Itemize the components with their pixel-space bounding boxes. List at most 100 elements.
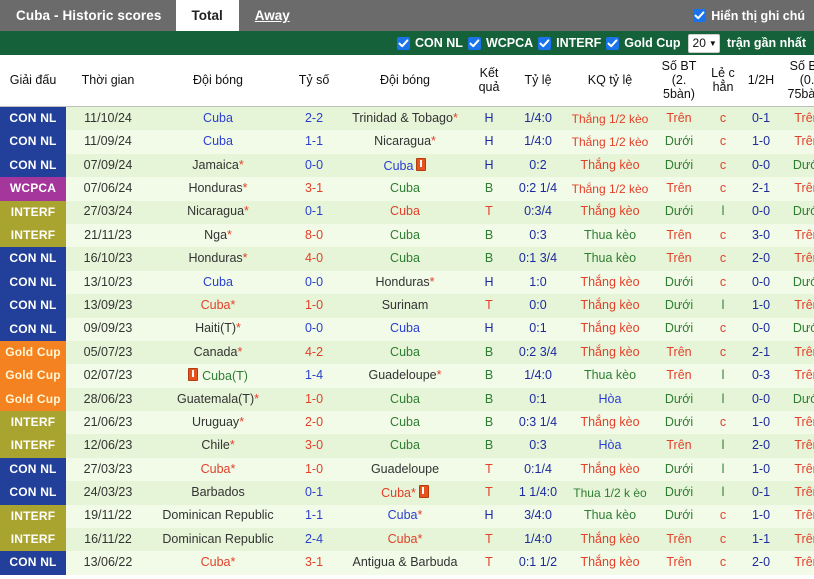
col-odds[interactable]: Tỷ lệ [510,55,566,107]
league-badge[interactable]: INTERF [0,223,66,248]
league-badge[interactable]: CON NL [0,153,66,178]
col-ou-075-line1: Số BT (0. [789,59,814,87]
match-count-select[interactable]: 20 ▼ [687,33,720,53]
match-date: 13/06/22 [66,551,150,575]
table-row[interactable]: CON NL 09/09/23 Haiti(T)* 0-0 Cuba H 0:1 Thắng … [0,317,814,341]
table-row[interactable]: INTERF 12/06/23 Chile* 3-0 Cuba B 0:3 Hòa Trên l 2… [0,434,814,458]
score-cell: 0-1 [286,481,342,505]
league-badge[interactable]: WCPCA [0,177,66,201]
odds-result-cell: Thắng kèo [566,528,654,552]
result-cell: T [468,528,510,552]
col-time[interactable]: Thời gian [66,55,150,107]
league-badge[interactable]: Gold Cup [0,387,66,412]
league-badge[interactable]: CON NL [0,247,66,271]
table-row[interactable]: CON NL 16/10/23 Honduras* 4-0 Cuba B 0:1 3/4 Th… [0,247,814,271]
table-row[interactable]: WCPCA 07/06/24 Honduras* 3-1 Cuba B 0:2 1/4 Thắ… [0,177,814,201]
team-name: Cuba [203,274,233,289]
league-badge[interactable]: CON NL [0,270,66,295]
away-team-cell: Cuba* [342,504,468,529]
col-half-time[interactable]: 1/2H [742,55,780,107]
odd-even-cell: l [704,200,742,224]
table-row[interactable]: CON NL 07/09/24 Jamaica* 0-0 Cuba H 0:2 Thắng k… [0,153,814,178]
table-row[interactable]: INTERF 21/06/23 Uruguay* 2-0 Cuba B 0:3 1/4 Thắ… [0,411,814,435]
table-row[interactable]: CON NL 24/03/23 Barbados 0-1 Cuba* T 1 1/4:0 Th… [0,481,814,505]
table-row[interactable]: CON NL 13/06/22 Cuba* 3-1 Antigua & Barbuda T… [0,551,814,575]
league-badge[interactable]: Gold Cup [0,340,66,365]
odds-result-cell: Thắng kèo [566,340,654,365]
col-away-team[interactable]: Đội bóng [342,55,468,107]
filter-checkbox-wcpca-icon[interactable] [467,36,481,50]
league-badge[interactable]: CON NL [0,317,66,341]
col-odds-result[interactable]: KQ tỷ lệ [566,55,654,107]
col-ou-25[interactable]: Số BT (2. 5bàn) [654,55,704,107]
show-notes-checkbox-icon[interactable] [693,9,707,22]
table-row[interactable]: CON NL 11/09/24 Cuba 1-1 Nicaragua* H 1/4:0 Thắ… [0,130,814,154]
league-badge[interactable]: CON NL [0,457,66,482]
league-badge[interactable]: CON NL [0,130,66,154]
table-row[interactable]: CON NL 13/09/23 Cuba* 1-0 Surinam T 0:0 Thắng k… [0,294,814,318]
team-name: Cuba [390,251,420,266]
league-badge[interactable]: CON NL [0,107,66,131]
table-row[interactable]: INTERF 21/11/23 Nga* 8-0 Cuba B 0:3 Thua kèo Trê… [0,223,814,248]
team-name: Cuba [390,391,420,406]
tab-away[interactable]: Away [239,0,306,31]
table-row[interactable]: Gold Cup 02/07/23 Cuba(T) 1-4 Guadeloupe* B 1/… [0,364,814,388]
filter-checkbox-interf-icon[interactable] [538,36,552,50]
odd-even-cell: l [704,434,742,458]
table-row[interactable]: INTERF 27/03/24 Nicaragua* 0-1 Cuba T 0:3/4 Thắ… [0,200,814,224]
col-odd-even[interactable]: Lẻ c hẳn [704,55,742,107]
half-time-cell: 0-0 [742,387,780,412]
away-team-cell: Cuba [342,200,468,224]
match-date: 11/09/24 [66,130,150,154]
filter-checkbox-gold-cup-icon[interactable] [606,36,620,50]
league-badge[interactable]: CON NL [0,551,66,575]
filter-label-wcpca[interactable]: WCPCA [486,36,533,50]
league-badge-cell: CON NL [0,106,66,131]
home-team-cell: Chile* [150,434,286,458]
filter-checkbox-con-nl-icon[interactable] [397,36,411,50]
table-row[interactable]: CON NL 11/10/24 Cuba 2-2 Trinidad & Tobago* H… [0,106,814,131]
ou-075-cell: Trên [780,364,814,388]
match-date: 16/11/22 [66,528,150,552]
table-row[interactable]: CON NL 27/03/23 Cuba* 1-0 Guadeloupe T 0:1/4 Th… [0,457,814,482]
table-row[interactable]: INTERF 16/11/22 Dominican Republic 2-4 Cuba*… [0,528,814,552]
team-name: Chile [201,438,230,453]
league-badge[interactable]: CON NL [0,481,66,505]
odds-cell: 3/4:0 [510,504,566,529]
odd-even-cell: c [704,551,742,575]
show-notes-control[interactable]: Hiển thị ghi chú [693,0,814,31]
filter-bar: CON NL WCPCA INTERF Gold Cup 20 ▼ trận g… [0,31,814,55]
filter-label-con-nl[interactable]: CON NL [415,36,463,50]
team-name: Honduras [188,251,243,266]
col-score[interactable]: Tỷ số [286,55,342,107]
col-home-team[interactable]: Đội bóng [150,55,286,107]
table-row[interactable]: Gold Cup 05/07/23 Canada* 4-2 Cuba B 0:2 3/4 Th… [0,340,814,365]
ou-25-cell: Dưới [654,294,704,318]
table-row[interactable]: CON NL 13/10/23 Cuba 0-0 Honduras* H 1:0 Thắng … [0,270,814,295]
ou-25-cell: Trên [654,223,704,248]
score-cell: 1-0 [286,294,342,318]
league-badge[interactable]: Gold Cup [0,364,66,388]
asterisk-marker: * [230,461,236,476]
league-badge[interactable]: INTERF [0,200,66,224]
league-badge[interactable]: INTERF [0,528,66,552]
filter-label-interf[interactable]: INTERF [556,36,601,50]
table-row[interactable]: Gold Cup 28/06/23 Guatemala(T)* 1-0 Cuba B 0:1… [0,387,814,412]
col-league[interactable]: Giải đấu [0,55,66,107]
half-time-cell: 3-0 [742,223,780,248]
table-row[interactable]: INTERF 19/11/22 Dominican Republic 1-1 Cuba*… [0,504,814,529]
asterisk-marker: * [411,486,416,501]
league-badge[interactable]: CON NL [0,294,66,318]
tab-total[interactable]: Total [175,0,239,31]
odd-even-cell: c [704,528,742,552]
col-ou-075[interactable]: Số BT (0. 75bàn) [780,55,814,107]
filter-label-gold-cup[interactable]: Gold Cup [624,36,680,50]
league-badge[interactable]: INTERF [0,504,66,529]
team-name: Canada [193,344,238,359]
col-result[interactable]: Kết quả [468,55,510,107]
league-badge[interactable]: INTERF [0,411,66,435]
league-badge[interactable]: INTERF [0,434,66,458]
away-team-cell: Cuba* [342,481,468,505]
match-date: 07/09/24 [66,153,150,178]
result-cell: H [468,270,510,295]
